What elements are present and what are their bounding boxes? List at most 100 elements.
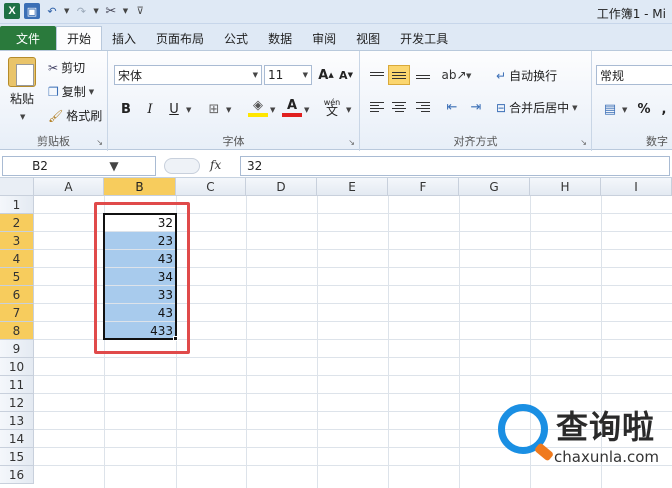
name-box[interactable]: B2 ▼ [2, 156, 156, 176]
align-left-icon[interactable] [366, 97, 388, 117]
undo-icon[interactable]: ↶ [44, 3, 60, 19]
row-header-1[interactable]: 1 [0, 196, 34, 214]
cell-b6[interactable]: 33 [105, 286, 176, 303]
phonetic-dropdown-icon[interactable]: ▼ [346, 106, 351, 114]
font-color-dropdown-icon[interactable]: ▼ [304, 106, 309, 114]
row-header-14[interactable]: 14 [0, 430, 34, 448]
paste-dropdown-icon[interactable]: ▼ [20, 113, 25, 121]
paste-button[interactable]: 粘贴 [8, 57, 36, 107]
row-header-6[interactable]: 6 [0, 286, 34, 304]
cell-b3[interactable]: 23 [105, 232, 176, 249]
formula-input[interactable]: 32 [240, 156, 670, 176]
font-size-combo[interactable]: 11 ▼ [264, 65, 312, 85]
formula-bar-splitter[interactable] [164, 158, 200, 174]
alignment-launcher-icon[interactable]: ↘ [580, 138, 587, 147]
row-header-15[interactable]: 15 [0, 448, 34, 466]
column-header-e[interactable]: E [317, 178, 388, 196]
column-header-i[interactable]: I [601, 178, 672, 196]
row-header-7[interactable]: 7 [0, 304, 34, 322]
tab-data[interactable]: 数据 [258, 26, 302, 50]
bold-button[interactable]: B [116, 99, 136, 119]
cut-button[interactable]: ✂ 剪切 [48, 59, 85, 76]
font-color-button[interactable]: A [282, 97, 302, 117]
cell-b4[interactable]: 43 [105, 250, 176, 267]
save-icon[interactable]: ▣ [24, 3, 40, 19]
row-header-4[interactable]: 4 [0, 250, 34, 268]
column-header-f[interactable]: F [388, 178, 459, 196]
column-header-h[interactable]: H [530, 178, 601, 196]
font-name-dropdown-icon[interactable]: ▼ [253, 71, 258, 79]
copy-button[interactable]: ❐ 复制 ▼ [48, 83, 94, 100]
tab-file[interactable]: 文件 [0, 26, 56, 50]
copy-dropdown-icon[interactable]: ▼ [89, 88, 94, 96]
redo-icon[interactable]: ↷ [73, 3, 89, 19]
cell-b7[interactable]: 43 [105, 304, 176, 321]
select-all-corner[interactable] [0, 178, 34, 196]
wrap-text-button[interactable]: ↵ 自动换行 [496, 67, 557, 84]
tab-formulas[interactable]: 公式 [214, 26, 258, 50]
row-header-9[interactable]: 9 [0, 340, 34, 358]
row-header-11[interactable]: 11 [0, 376, 34, 394]
tools-dropdown-icon[interactable]: ▼ [123, 7, 128, 15]
font-size-dropdown-icon[interactable]: ▼ [303, 71, 308, 79]
row-header-16[interactable]: 16 [0, 466, 34, 484]
column-header-b[interactable]: B [104, 178, 176, 196]
currency-icon[interactable]: ▤ [600, 99, 620, 119]
clipboard-launcher-icon[interactable]: ↘ [96, 138, 103, 147]
format-painter-button[interactable]: 🖌 格式刷 [48, 107, 102, 124]
customize-qat-icon[interactable]: ⊽ [132, 3, 148, 19]
insert-function-icon[interactable]: fx [210, 158, 221, 172]
row-header-10[interactable]: 10 [0, 358, 34, 376]
tab-view[interactable]: 视图 [346, 26, 390, 50]
decrease-indent-icon[interactable]: ⇤ [442, 97, 462, 117]
tools-icon[interactable]: ✂ [103, 3, 119, 19]
orientation-icon[interactable]: ab↗ [441, 65, 466, 85]
row-header-12[interactable]: 12 [0, 394, 34, 412]
row-header-8[interactable]: 8 [0, 322, 34, 340]
tab-page-layout[interactable]: 页面布局 [146, 26, 214, 50]
align-right-icon[interactable] [412, 97, 434, 117]
cell-b2[interactable]: 32 [105, 214, 176, 231]
fill-handle[interactable] [173, 336, 178, 341]
font-name-combo[interactable]: 宋体 ▼ [114, 65, 262, 85]
fill-color-dropdown-icon[interactable]: ▼ [270, 106, 275, 114]
redo-dropdown-icon[interactable]: ▼ [93, 7, 98, 15]
fill-color-icon[interactable]: ◈ [248, 97, 268, 117]
increase-indent-icon[interactable]: ⇥ [466, 97, 486, 117]
italic-button[interactable]: I [140, 99, 160, 119]
merge-center-button[interactable]: ⊟ 合并后居中 ▼ [496, 99, 577, 116]
row-header-13[interactable]: 13 [0, 412, 34, 430]
grow-font-button[interactable]: A ▲ [316, 65, 336, 85]
merge-dropdown-icon[interactable]: ▼ [572, 104, 577, 112]
column-header-g[interactable]: G [459, 178, 530, 196]
currency-dropdown-icon[interactable]: ▼ [622, 106, 627, 114]
underline-button[interactable]: U [164, 99, 184, 119]
name-box-dropdown-icon[interactable]: ▼ [77, 159, 155, 173]
align-top-icon[interactable] [366, 65, 388, 85]
number-format-combo[interactable]: 常规 [596, 65, 672, 85]
cell-b5[interactable]: 34 [105, 268, 176, 285]
orientation-dropdown-icon[interactable]: ▼ [466, 72, 471, 80]
tab-developer[interactable]: 开发工具 [390, 26, 458, 50]
row-header-3[interactable]: 3 [0, 232, 34, 250]
cell-b8[interactable]: 433 [105, 322, 176, 339]
tab-review[interactable]: 审阅 [302, 26, 346, 50]
column-header-d[interactable]: D [246, 178, 317, 196]
align-bottom-icon[interactable] [412, 65, 434, 85]
borders-icon[interactable]: ⊞ [204, 99, 224, 119]
percent-button[interactable]: % [634, 99, 654, 119]
phonetic-button[interactable]: wén 文 [322, 97, 342, 117]
tab-home[interactable]: 开始 [56, 26, 103, 50]
column-header-a[interactable]: A [34, 178, 104, 196]
row-header-2[interactable]: 2 [0, 214, 34, 232]
column-header-c[interactable]: C [176, 178, 246, 196]
comma-button[interactable]: , [654, 99, 672, 119]
shrink-font-button[interactable]: A ▼ [336, 65, 356, 85]
undo-dropdown-icon[interactable]: ▼ [64, 7, 69, 15]
underline-dropdown-icon[interactable]: ▼ [186, 106, 191, 114]
font-launcher-icon[interactable]: ↘ [348, 138, 355, 147]
row-header-5[interactable]: 5 [0, 268, 34, 286]
align-middle-icon[interactable] [388, 65, 410, 85]
align-center-icon[interactable] [388, 97, 410, 117]
tab-insert[interactable]: 插入 [102, 26, 146, 50]
